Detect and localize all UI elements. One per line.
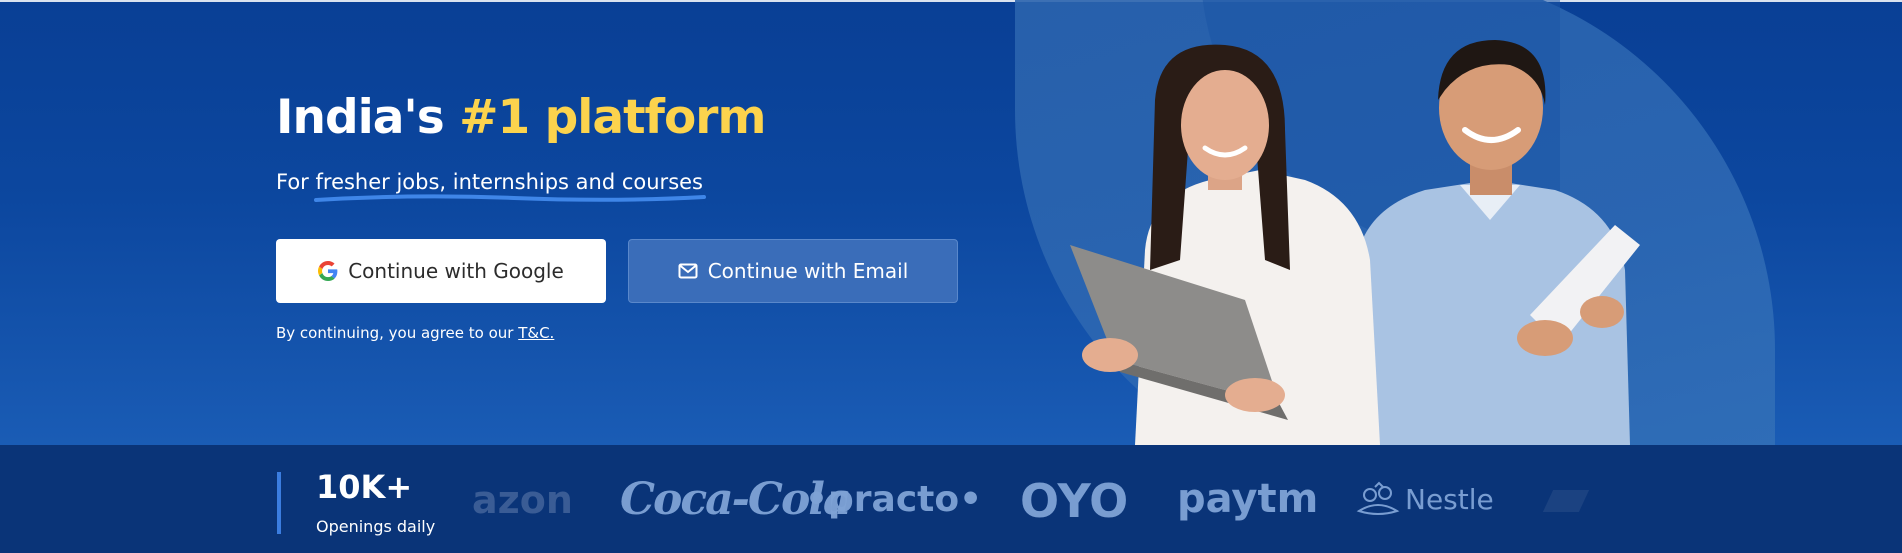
nestle-logo-text: Nestle — [1405, 482, 1494, 516]
subtitle-underline — [314, 194, 706, 202]
nestle-logo: Nestle — [1355, 481, 1494, 517]
email-button-label: Continue with Email — [707, 259, 909, 283]
mail-icon — [678, 263, 698, 279]
hero-subtitle: For fresher jobs, internships and course… — [276, 170, 703, 194]
terms-prefix: By continuing, you agree to our — [276, 324, 519, 342]
page: India's #1 platform For fresher jobs, in… — [0, 0, 1902, 553]
subtitle-highlight: fresher jobs, internships and courses — [315, 170, 704, 194]
headline-prefix: India's — [276, 90, 460, 145]
hero-headline: India's #1 platform — [276, 90, 766, 145]
man-figure — [1350, 40, 1640, 445]
woman-figure — [1070, 44, 1380, 445]
nestle-nest-icon — [1356, 481, 1400, 515]
stat-accent-bar — [277, 472, 281, 534]
continue-with-email-button[interactable]: Continue with Email — [628, 239, 958, 303]
top-divider — [0, 0, 1902, 2]
openings-count: 10K+ — [316, 468, 413, 506]
continue-with-google-button[interactable]: Continue with Google — [276, 239, 606, 303]
oyo-logo: OYO — [1020, 474, 1129, 528]
terms-text: By continuing, you agree to our T&C. — [276, 324, 554, 342]
google-button-label: Continue with Google — [348, 259, 564, 283]
hero-people-illustration — [1070, 40, 1640, 445]
practo-logo: •practo• — [805, 479, 983, 520]
amazon-logo: azon — [472, 478, 573, 522]
google-icon — [318, 261, 338, 281]
openings-label: Openings daily — [316, 517, 436, 536]
paytm-logo: paytm — [1177, 476, 1319, 522]
headline-accent: #1 platform — [459, 90, 766, 145]
subtitle-prefix: For — [276, 170, 316, 194]
terms-link[interactable]: T&C. — [518, 324, 554, 342]
hero-section: India's #1 platform For fresher jobs, in… — [0, 0, 1902, 445]
